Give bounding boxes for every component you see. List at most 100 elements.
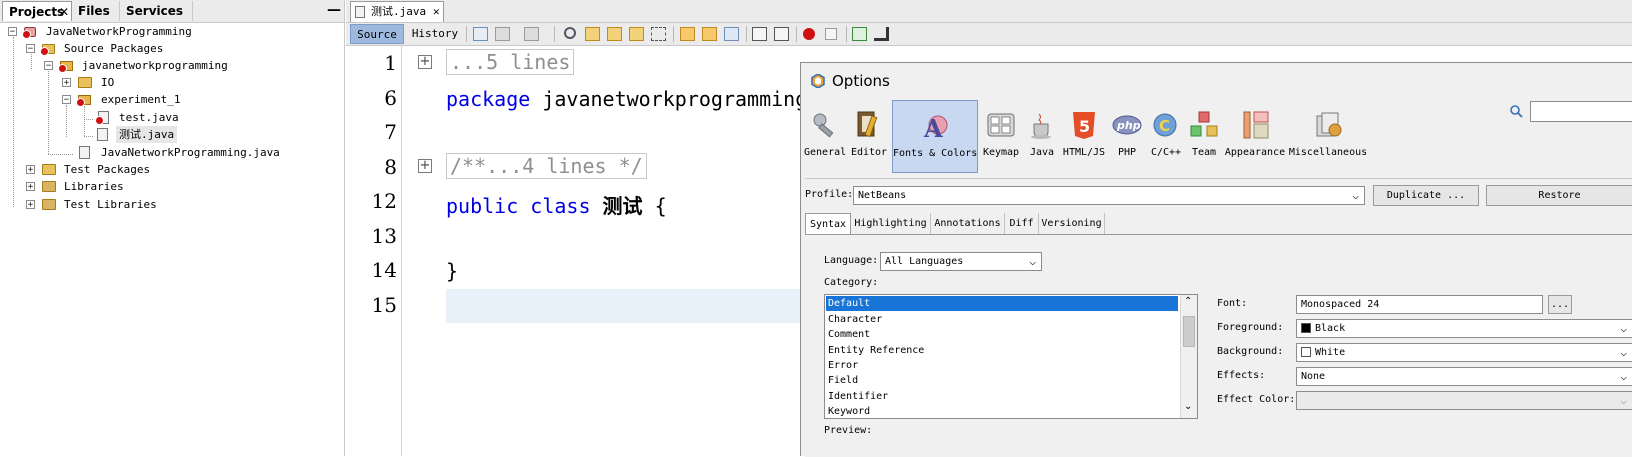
toolbar-separator xyxy=(673,26,674,42)
list-item[interactable]: Identifier xyxy=(826,389,1178,404)
expand-fold-icon[interactable]: + xyxy=(418,55,432,69)
find-next-icon[interactable] xyxy=(607,27,622,41)
list-item[interactable]: Field xyxy=(826,373,1178,388)
java-file-icon xyxy=(355,6,365,18)
category-appearance[interactable]: Appearance xyxy=(1224,100,1286,173)
expand-icon[interactable]: + xyxy=(26,165,35,175)
list-item[interactable]: Character xyxy=(826,312,1178,327)
foreground-select[interactable]: Black ⌵ xyxy=(1296,319,1632,338)
folded-javadoc-comment[interactable]: /**...4 lines */ xyxy=(446,153,647,179)
tree-node-javanetworkprogramming-java[interactable]: JavaNetworkProgramming.java xyxy=(0,144,340,161)
expand-icon[interactable]: + xyxy=(26,200,35,210)
tab-syntax[interactable]: Syntax xyxy=(805,213,851,235)
tree-node-label: 测试.java xyxy=(116,126,178,143)
category-editor[interactable]: Editor xyxy=(848,100,890,173)
tree-node-test-packages[interactable]: + Test Packages xyxy=(0,161,340,178)
list-item[interactable]: Default xyxy=(826,296,1178,311)
search-input[interactable] xyxy=(1530,101,1632,122)
font-field[interactable]: Monospaced 24 xyxy=(1296,295,1543,314)
expand-icon[interactable]: + xyxy=(62,78,71,88)
category-html-js[interactable]: 5 HTML/JS xyxy=(1062,100,1106,173)
find-previous-icon[interactable] xyxy=(585,27,600,41)
collapse-icon[interactable]: − xyxy=(62,95,71,105)
scrollbar-thumb[interactable] xyxy=(1183,316,1195,347)
expand-icon[interactable]: + xyxy=(26,182,35,192)
tree-node-experiment-1[interactable]: − experiment_1 xyxy=(0,91,340,108)
shift-right-icon[interactable] xyxy=(774,27,789,41)
tree-node-test-libraries[interactable]: + Test Libraries xyxy=(0,196,340,213)
last-edit-icon[interactable] xyxy=(473,27,488,41)
toggle-bookmark-icon[interactable] xyxy=(724,27,739,41)
toggle-highlight-icon[interactable] xyxy=(629,27,644,41)
category-cpp[interactable]: C C/C++ xyxy=(1148,100,1184,173)
rectangular-selection-icon[interactable] xyxy=(651,27,666,41)
list-item[interactable]: Entity Reference xyxy=(826,343,1178,358)
history-view-button[interactable]: History xyxy=(408,24,462,44)
tab-files[interactable]: Files xyxy=(72,1,120,21)
tree-node-io[interactable]: + IO xyxy=(0,74,340,91)
tab-services[interactable]: Services xyxy=(120,1,193,21)
start-macro-recording-icon[interactable] xyxy=(803,28,815,40)
scroll-up-icon[interactable]: ⌃ xyxy=(1184,296,1192,307)
category-label: Java xyxy=(1029,147,1055,158)
list-item[interactable]: Comment xyxy=(826,327,1178,342)
previous-bookmark-icon[interactable] xyxy=(680,27,695,41)
expand-fold-icon[interactable]: + xyxy=(418,159,432,173)
profile-select[interactable]: NetBeans ⌵ xyxy=(853,186,1365,205)
stop-macro-recording-icon[interactable] xyxy=(825,28,837,40)
font-browse-button[interactable]: ... xyxy=(1548,295,1572,314)
tab-projects[interactable]: Projects ✕ xyxy=(2,1,72,21)
profile-value: NetBeans xyxy=(858,190,907,201)
tab-highlighting[interactable]: Highlighting xyxy=(851,213,931,235)
tree-node-libraries[interactable]: + Libraries xyxy=(0,178,340,195)
minimize-icon[interactable]: — xyxy=(327,2,341,18)
category-list[interactable]: Default Character Comment Entity Referen… xyxy=(824,294,1198,419)
category-miscellaneous[interactable]: Miscellaneous xyxy=(1288,100,1368,173)
tree-node-ceshi-java[interactable]: 测试.java xyxy=(0,126,340,143)
collapse-icon[interactable]: − xyxy=(8,27,17,37)
category-keymap[interactable]: Keymap xyxy=(980,100,1022,173)
effect-color-select[interactable]: ⌵ xyxy=(1296,391,1632,410)
list-item[interactable]: Keyword xyxy=(826,404,1178,418)
background-select[interactable]: White ⌵ xyxy=(1296,343,1632,362)
scroll-down-icon[interactable]: ⌄ xyxy=(1184,401,1192,412)
shift-left-icon[interactable] xyxy=(752,27,767,41)
collapse-icon[interactable]: − xyxy=(26,44,35,54)
category-php[interactable]: php PHP xyxy=(1108,100,1146,173)
back-icon[interactable] xyxy=(495,27,510,41)
editor-tab-ceshi-java[interactable]: 测试.java ✕ xyxy=(350,1,444,22)
tree-node-javanetworkprogramming-package[interactable]: − javanetworkprogramming xyxy=(0,57,340,74)
collapse-icon[interactable]: − xyxy=(44,61,53,71)
duplicate-button[interactable]: Duplicate ... xyxy=(1373,185,1479,206)
test-packages-icon xyxy=(42,164,56,175)
line-number: 15 xyxy=(371,293,397,317)
toggle-statistics-icon[interactable] xyxy=(874,27,889,41)
tab-annotations[interactable]: Annotations xyxy=(931,213,1005,235)
effects-select[interactable]: None ⌵ xyxy=(1296,367,1632,386)
next-bookmark-icon[interactable] xyxy=(702,27,717,41)
tree-node-javanetworkprogramming-project[interactable]: − JavaNetworkProgramming xyxy=(0,23,340,40)
source-view-button[interactable]: Source xyxy=(350,24,404,44)
category-list-scrollbar[interactable]: ⌃ ⌄ xyxy=(1180,295,1197,418)
forward-icon[interactable] xyxy=(524,27,539,41)
tree-node-test-java[interactable]: test.java xyxy=(0,109,340,126)
find-icon[interactable] xyxy=(564,27,576,39)
list-item[interactable]: Error xyxy=(826,358,1178,373)
tree-node-label: JavaNetworkProgramming.java xyxy=(101,146,280,159)
line-number: 13 xyxy=(371,224,397,248)
category-label: General xyxy=(804,147,847,158)
check-file-icon[interactable] xyxy=(852,27,867,41)
close-icon[interactable]: ✕ xyxy=(59,2,69,22)
close-icon[interactable]: ✕ xyxy=(433,2,440,21)
category-general[interactable]: General xyxy=(804,100,846,173)
category-team[interactable]: Team xyxy=(1186,100,1222,173)
tree-node-source-packages[interactable]: − Source Packages xyxy=(0,40,340,57)
category-fonts-colors[interactable]: A Fonts & Colors xyxy=(892,100,978,173)
language-select[interactable]: All Languages ⌵ xyxy=(880,252,1042,271)
line-number-gutter: 1 6 7 8 12 13 14 15 xyxy=(346,46,402,456)
tab-diff[interactable]: Diff xyxy=(1005,213,1039,235)
folded-license-comment[interactable]: ...5 lines xyxy=(446,49,575,75)
tab-versioning[interactable]: Versioning xyxy=(1039,213,1105,235)
category-java[interactable]: Java xyxy=(1024,100,1060,173)
restore-button[interactable]: Restore xyxy=(1486,185,1632,206)
